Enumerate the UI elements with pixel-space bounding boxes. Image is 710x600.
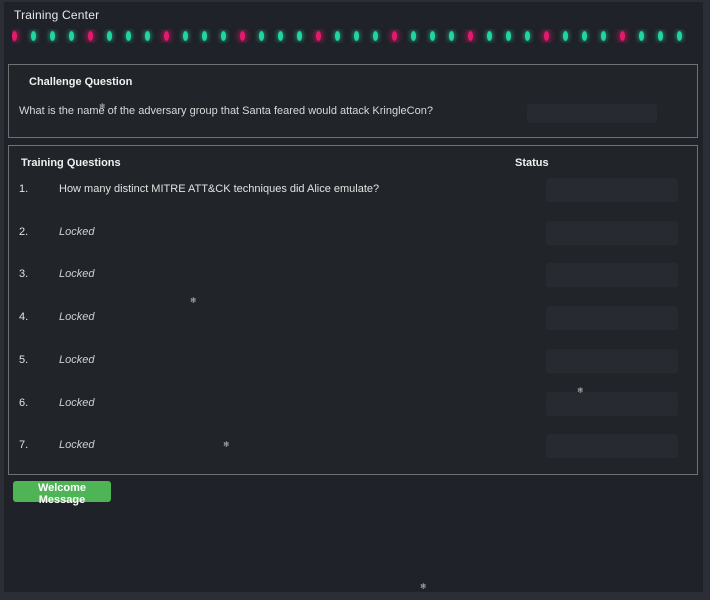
challenge-answer-input[interactable] — [527, 104, 657, 123]
question-locked-label: Locked — [59, 439, 94, 451]
light-bulb-teal-icon — [50, 31, 55, 41]
welcome-message-button[interactable]: Welcome Message — [13, 481, 111, 502]
snowflake-icon: ❄ — [420, 582, 427, 591]
light-bulb-teal-icon — [278, 31, 283, 41]
challenge-panel-heading: Challenge Question — [29, 76, 132, 88]
question-locked-label: Locked — [59, 397, 94, 409]
light-bulb-teal-icon — [639, 31, 644, 41]
question-status-input[interactable] — [546, 306, 678, 330]
light-bulb-pink-icon — [12, 31, 17, 41]
question-number: 6. — [19, 397, 28, 409]
light-bulb-pink-icon — [544, 31, 549, 41]
training-question-row: 7. Locked — [9, 434, 697, 477]
question-status-input[interactable] — [546, 263, 678, 287]
training-questions-panel: Training Questions Status 1.How many dis… — [8, 145, 698, 475]
light-bulb-teal-icon — [259, 31, 264, 41]
light-bulb-pink-icon — [316, 31, 321, 41]
light-bulb-pink-icon — [468, 31, 473, 41]
light-bulb-teal-icon — [202, 31, 207, 41]
challenge-question-panel: Challenge Question What is the name of t… — [8, 64, 698, 138]
light-bulb-teal-icon — [373, 31, 378, 41]
light-bulb-teal-icon — [525, 31, 530, 41]
light-bulb-pink-icon — [392, 31, 397, 41]
page-title: Training Center — [14, 8, 99, 22]
light-bulb-pink-icon — [88, 31, 93, 41]
question-locked-label: Locked — [59, 226, 94, 238]
light-bulb-teal-icon — [126, 31, 131, 41]
light-bulb-teal-icon — [601, 31, 606, 41]
light-bulb-teal-icon — [582, 31, 587, 41]
light-bulb-pink-icon — [620, 31, 625, 41]
light-bulb-teal-icon — [506, 31, 511, 41]
training-question-row: 1. How many distinct MITRE ATT&CK techniq… — [9, 178, 697, 221]
light-bulb-teal-icon — [658, 31, 663, 41]
light-bulb-teal-icon — [487, 31, 492, 41]
question-number: 3. — [19, 268, 28, 280]
light-bulb-teal-icon — [563, 31, 568, 41]
question-locked-label: Locked — [59, 268, 94, 280]
light-bulb-teal-icon — [677, 31, 682, 41]
light-bulb-teal-icon — [297, 31, 302, 41]
question-status-input[interactable] — [546, 434, 678, 458]
holiday-lights-strand — [12, 29, 703, 43]
training-question-list: 1. How many distinct MITRE ATT&CK techniq… — [9, 146, 697, 474]
light-bulb-teal-icon — [449, 31, 454, 41]
training-question-row: 6. Locked — [9, 392, 697, 435]
light-bulb-teal-icon — [354, 31, 359, 41]
training-question-row: 5. Locked — [9, 349, 697, 392]
training-question-row: 2. Locked — [9, 221, 697, 264]
training-question-row: 3. Locked — [9, 263, 697, 306]
question-locked-label: Locked — [59, 311, 94, 323]
question-number: 7. — [19, 439, 28, 451]
question-status-input[interactable] — [546, 392, 678, 416]
light-bulb-teal-icon — [69, 31, 74, 41]
light-bulb-teal-icon — [411, 31, 416, 41]
light-bulb-pink-icon — [240, 31, 245, 41]
light-bulb-pink-icon — [164, 31, 169, 41]
question-number: 2. — [19, 226, 28, 238]
training-question-row: 4. Locked — [9, 306, 697, 349]
light-bulb-teal-icon — [31, 31, 36, 41]
question-number: 4. — [19, 311, 28, 323]
light-bulb-teal-icon — [107, 31, 112, 41]
question-status-input[interactable] — [546, 221, 678, 245]
light-bulb-teal-icon — [183, 31, 188, 41]
light-bulb-teal-icon — [430, 31, 435, 41]
light-bulb-teal-icon — [145, 31, 150, 41]
question-number: 1. — [19, 183, 28, 195]
question-status-input[interactable] — [546, 178, 678, 202]
challenge-question-text: What is the name of the adversary group … — [19, 105, 433, 117]
question-text: How many distinct MITRE ATT&CK technique… — [59, 183, 379, 195]
question-number: 5. — [19, 354, 28, 366]
training-center-window: Training Center Challenge Question What … — [4, 2, 703, 592]
light-bulb-teal-icon — [335, 31, 340, 41]
question-locked-label: Locked — [59, 354, 94, 366]
light-bulb-teal-icon — [221, 31, 226, 41]
question-status-input[interactable] — [546, 349, 678, 373]
